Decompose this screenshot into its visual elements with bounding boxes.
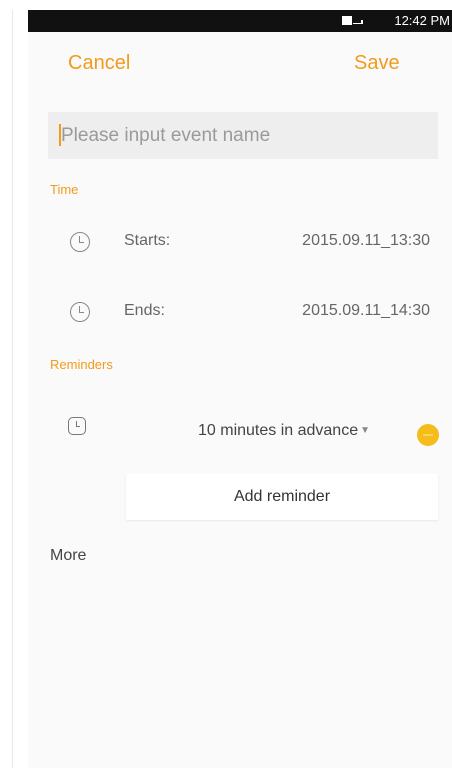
remove-reminder-button[interactable]	[417, 424, 439, 446]
event-name-field[interactable]	[48, 112, 438, 159]
clock-icon	[70, 232, 90, 252]
cancel-button[interactable]: Cancel	[68, 52, 130, 75]
ends-value[interactable]: 2015.09.11_14:30	[210, 302, 430, 320]
starts-label: Starts:	[124, 232, 171, 249]
add-reminder-button[interactable]: Add reminder	[126, 474, 438, 520]
save-button[interactable]: Save	[354, 52, 400, 75]
screen-edge	[12, 10, 13, 768]
time-section-label: Time	[50, 182, 79, 197]
alarm-clock-icon	[68, 417, 86, 435]
starts-value[interactable]: 2015.09.11_13:30	[210, 232, 430, 250]
more-options[interactable]: More	[50, 547, 86, 565]
dropdown-arrow-icon: ▼	[360, 425, 371, 436]
event-name-input[interactable]	[60, 112, 431, 159]
event-editor-screen: 12:42 PM Cancel Save Time Starts: 2015.0…	[28, 10, 452, 768]
ends-label: Ends:	[124, 302, 165, 319]
reminders-section-label: Reminders	[50, 357, 113, 372]
ends-row[interactable]: Ends: 2015.09.11_14:30	[28, 293, 452, 333]
reminder-value: 10 minutes in advance	[198, 422, 359, 439]
battery-icon	[342, 16, 352, 25]
battery-indicator-icon	[361, 20, 363, 24]
starts-row[interactable]: Starts: 2015.09.11_13:30	[28, 222, 452, 262]
clock-icon	[70, 302, 90, 322]
status-time: 12:42 PM	[394, 13, 450, 28]
status-bar: 12:42 PM	[28, 10, 452, 32]
reminder-dropdown[interactable]: 10 minutes in advance ▼	[198, 422, 370, 440]
